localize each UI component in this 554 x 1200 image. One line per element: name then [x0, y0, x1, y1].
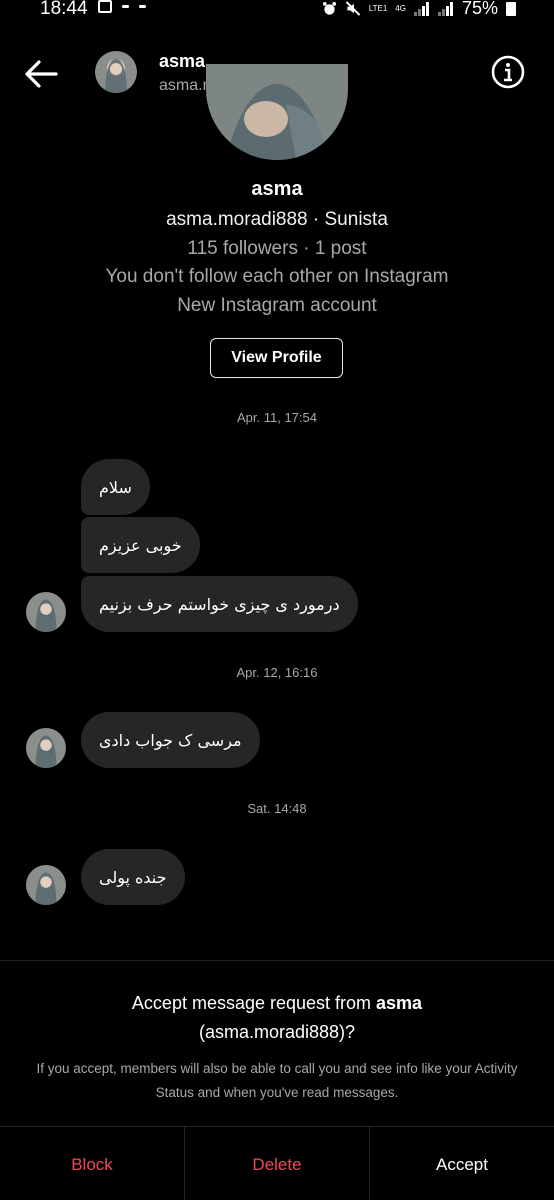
delete-button[interactable]: Delete: [184, 1127, 369, 1200]
profile-meta: asma.moradi888 · Sunista: [166, 209, 388, 230]
notification-dot-icon: [139, 5, 146, 8]
message-bubble[interactable]: مرسی ک جواب دادی: [81, 712, 260, 768]
avatar[interactable]: [26, 865, 66, 905]
notification-dot-icon: [122, 5, 129, 8]
status-time: 18:44: [40, 0, 88, 19]
message-bubble[interactable]: جنده پولی: [81, 849, 185, 905]
battery-icon: [506, 1, 516, 16]
timestamp: Apr. 12, 16:16: [236, 665, 318, 680]
follow-note: You don't follow each other on Instagram: [105, 266, 449, 287]
alarm-icon: [322, 1, 336, 15]
block-button[interactable]: Block: [0, 1127, 184, 1200]
message-bubble[interactable]: خوبی عزیزم: [81, 517, 200, 573]
avatar[interactable]: [26, 592, 66, 632]
avatar[interactable]: [95, 51, 137, 93]
gallery-icon: [98, 0, 112, 13]
message-bubble[interactable]: درمورد ی چیزی خواستم حرف بزنیم: [81, 576, 358, 632]
battery-percent: 75%: [461, 0, 498, 18]
info-icon[interactable]: [490, 54, 526, 90]
view-profile-button[interactable]: View Profile: [210, 338, 343, 378]
data-label: 4G: [395, 3, 406, 13]
request-note: If you accept, members will also be able…: [36, 1061, 518, 1100]
request-title: Accept message request from asma (asma.m…: [131, 993, 423, 1042]
timestamp: Sat. 14:48: [247, 801, 307, 816]
mute-icon: [345, 1, 360, 16]
avatar[interactable]: [26, 728, 66, 768]
account-note: New Instagram account: [177, 295, 377, 316]
status-bar: 18:44 LTE1 4G 75%: [0, 0, 554, 20]
profile-name: asma: [251, 178, 303, 200]
message-request-panel: Accept message request from asma (asma.m…: [0, 960, 554, 1200]
signal-icon: [413, 1, 429, 16]
accept-button[interactable]: Accept: [369, 1127, 554, 1200]
message-bubble[interactable]: سلام: [81, 459, 150, 515]
back-arrow-icon[interactable]: [22, 55, 60, 93]
profile-photo: [206, 64, 348, 160]
network-label: LTE1: [368, 3, 388, 13]
signal-icon: [437, 1, 453, 16]
profile-stats: 115 followers · 1 post: [187, 238, 367, 259]
dm-request-screen: 18:44 LTE1 4G 75% asma asma asma.moradi8…: [0, 0, 554, 1200]
request-action-bar: Block Delete Accept: [0, 1126, 554, 1200]
timestamp: Apr. 11, 17:54: [237, 410, 317, 425]
header-name[interactable]: asma: [159, 51, 205, 72]
